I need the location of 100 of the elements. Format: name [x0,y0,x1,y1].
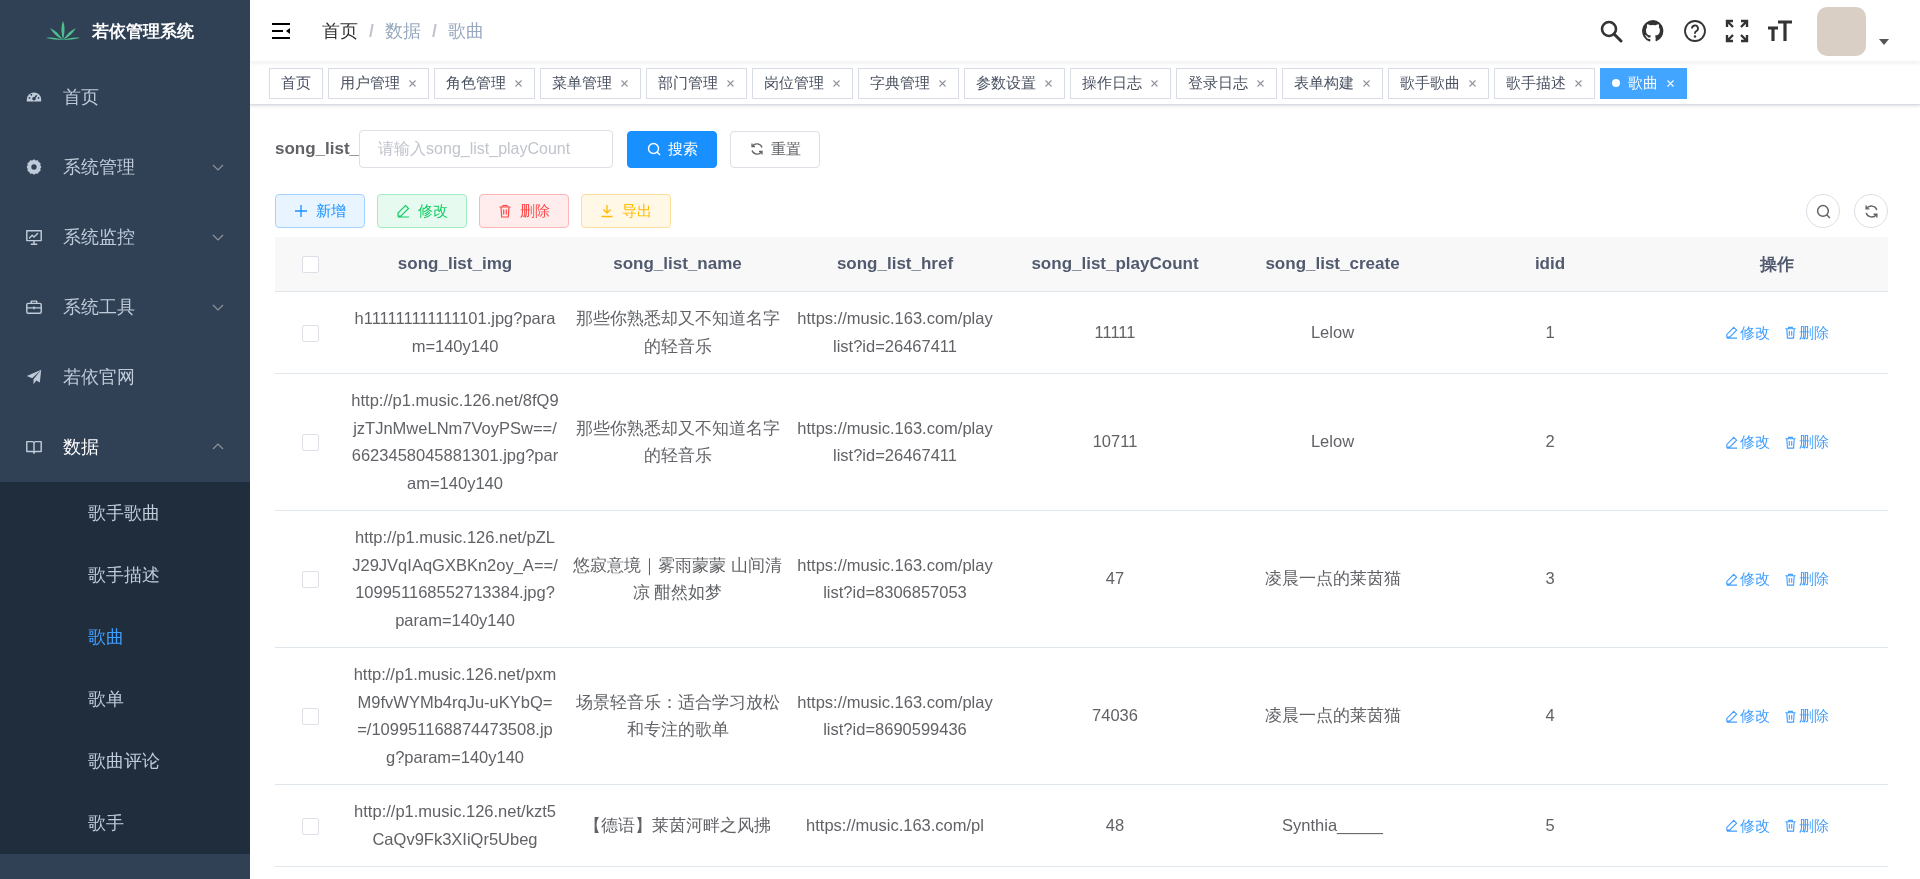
tab[interactable]: 歌手描述 [1494,67,1595,99]
book-icon [25,438,43,456]
search-field[interactable]: 请输入song_list_playCount [359,130,614,168]
close-icon[interactable] [1256,78,1265,88]
checkbox[interactable] [301,434,319,452]
toolbox-icon [25,298,43,316]
table-cell: http://p1.music.126.net/pZLJ29JVqIAqGXBKn2oy_A==/109951168552713384.jpg?param=140y140 [352,528,558,629]
help-icon[interactable] [1683,19,1707,43]
sidebar-menu-item[interactable]: 系统工具 [0,272,250,342]
column-header: song_list_img [397,254,513,273]
table-cell: Lelow [1310,432,1355,451]
trash-icon [498,204,512,218]
sidebar-menu-item[interactable]: 系统监控 [0,202,250,272]
download-icon [600,204,614,218]
column-header: song_list_name [613,254,742,273]
column-header: idid [1534,254,1566,273]
table-cell: 4 [1545,706,1555,725]
monitor-icon [25,228,43,246]
table-cell: https://music.163.com/pl [806,815,984,834]
close-icon[interactable] [1362,78,1371,88]
trash-icon [1783,709,1797,723]
sidebar-menu-item[interactable]: 系统管理 [0,132,250,202]
pencil-icon [1724,435,1738,449]
close-icon[interactable] [1044,78,1053,88]
pencil-icon [1724,709,1738,723]
column-header: song_list_create [1265,254,1400,273]
tab[interactable]: 字典管理 [858,67,959,99]
sidebar-submenu-item[interactable]: 歌手 [0,792,250,854]
tab[interactable]: 登录日志 [1176,67,1277,99]
close-icon[interactable] [408,78,417,88]
table-cell: 48 [1105,815,1125,834]
table-cell: 悠寂意境｜雾雨蒙蒙 山间清凉 酣然如梦 [573,555,782,601]
table-cell: 5 [1545,815,1555,834]
sidebar-submenu-item[interactable]: 歌曲 [0,606,250,668]
checkbox[interactable] [301,571,319,589]
table-cell: 74036 [1092,706,1138,725]
table-cell: https://music.163.com/playlist?id=8690599436 [797,692,993,738]
tab[interactable]: 岗位管理 [752,67,853,99]
tab[interactable]: 参数设置 [964,67,1065,99]
table-cell: 凌晨一点的莱茵猫 [1264,569,1401,588]
close-icon[interactable] [1150,78,1159,88]
tab[interactable]: 操作日志 [1070,67,1171,99]
breadcrumb-item: 数据 [384,20,421,43]
sidebar-submenu-item[interactable]: 歌曲评论 [0,730,250,792]
table-cell: https://music.163.com/playlist?id=26467411 [797,418,993,464]
sidebar-submenu-item[interactable]: 歌单 [0,668,250,730]
checkbox[interactable] [301,817,319,835]
menu-icon[interactable] [271,22,291,40]
table-cell: http://p1.music.126.net/kzt5CaQv9Fk3XIiQr5Ubeg [354,802,556,848]
fullscreen-icon[interactable] [1725,19,1749,43]
tab[interactable]: 歌手歌曲 [1388,67,1489,99]
search-toggle-button[interactable] [1806,194,1840,228]
sidebar-menu-item[interactable]: 首页 [0,62,250,132]
table-cell: https://music.163.com/playlist?id=26467411 [797,309,993,355]
checkbox[interactable] [301,256,319,273]
tab[interactable]: 角色管理 [434,67,535,99]
table-cell: 3 [1545,569,1555,588]
checkbox[interactable] [301,708,319,726]
pencil-icon [1724,819,1738,832]
table-cell: https://music.163.com/playlist?id=8306857053 [797,555,993,601]
tab[interactable]: 首页 [269,67,323,99]
paper-plane-icon [25,368,43,386]
refresh-icon [749,142,764,156]
table-cell: 11111 [1094,322,1136,341]
search-icon [1815,203,1831,219]
close-icon[interactable] [1574,78,1583,88]
refresh-button[interactable] [1854,194,1888,228]
tab[interactable]: 部门管理 [646,67,747,99]
sidebar-submenu-item[interactable]: 歌手描述 [0,544,250,606]
tab[interactable]: 菜单管理 [540,67,641,99]
close-icon[interactable] [1468,78,1477,88]
checkbox[interactable] [301,324,319,342]
breadcrumb-item[interactable]: 首页 [322,19,358,43]
font-size-icon[interactable] [1767,19,1793,43]
close-icon[interactable] [832,78,841,88]
sidebar-menu-item[interactable]: 若依官网 [0,342,250,412]
pencil-icon [1724,572,1738,586]
close-icon[interactable] [620,78,629,88]
table-cell: 凌晨一点的莱茵猫 [1264,706,1401,725]
tab[interactable]: 用户管理 [328,67,429,99]
table-cell: h111111111111101.jpg?param=140y140 [354,309,556,355]
caret-down-icon[interactable] [1878,38,1890,46]
search-icon[interactable] [1599,19,1623,43]
sidebar-menu-item[interactable]: 数据 [0,412,250,482]
column-header: 操作 [1759,254,1794,274]
avatar-placeholder[interactable] [1817,6,1866,56]
app-title: 若依管理系统 [92,20,194,43]
trash-icon [1783,572,1797,586]
table-cell: 47 [1105,569,1125,588]
close-icon[interactable] [938,78,947,88]
table-cell: Synthia_____ [1282,815,1383,834]
trash-icon [1783,326,1797,339]
reset-button[interactable]: 重置 [730,130,821,168]
pencil-icon [396,204,410,218]
table-cell: 那些你熟悉却又不知道名字的轻音乐 [575,418,780,464]
github-icon[interactable] [1641,19,1665,43]
tab[interactable]: 表单构建 [1282,67,1383,99]
close-icon[interactable] [726,78,735,88]
sidebar-submenu-item[interactable]: 歌手歌曲 [0,482,250,544]
close-icon[interactable] [514,78,523,88]
